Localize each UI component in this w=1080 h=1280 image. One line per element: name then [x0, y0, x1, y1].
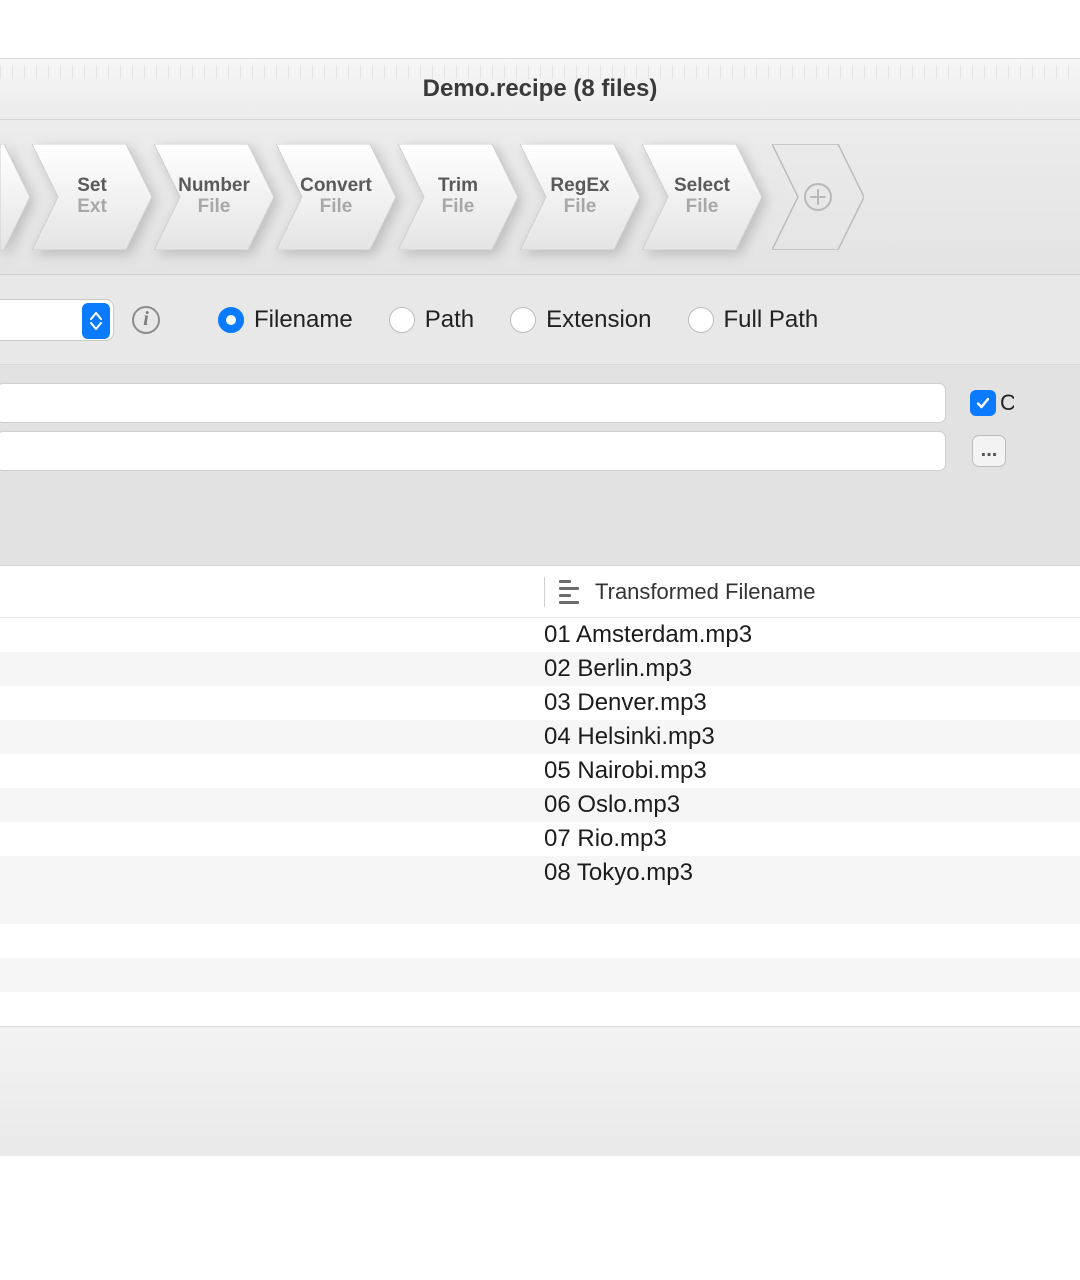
- info-icon[interactable]: i: [132, 306, 160, 334]
- add-step-button[interactable]: [772, 144, 864, 250]
- step-number-file[interactable]: Number File: [154, 144, 274, 250]
- action-select[interactable]: [0, 299, 114, 341]
- table-row[interactable]: 04 Helsinki.mp3: [0, 720, 1080, 754]
- radio-extension[interactable]: Extension: [510, 306, 651, 334]
- radio-label: Full Path: [724, 306, 819, 334]
- replace-input[interactable]: [0, 431, 946, 471]
- radio-label: Filename: [254, 306, 353, 334]
- footer-area: [0, 1026, 1080, 1156]
- table-row[interactable]: 05 Nairobi.mp3: [0, 754, 1080, 788]
- step-set-ext[interactable]: Set Ext: [32, 144, 152, 250]
- table-row[interactable]: 08 Tokyo.mp3: [0, 856, 1080, 890]
- column-header-label: Transformed Filename: [595, 579, 815, 605]
- checkbox-label: C: [1000, 390, 1014, 416]
- radio-label: Path: [425, 306, 474, 334]
- step-strip: Set Ext Number File Convert File Trim Fi…: [0, 120, 1080, 275]
- input-area: C ...: [0, 365, 1080, 566]
- radio-full-path[interactable]: Full Path: [688, 306, 819, 334]
- table-header[interactable]: Transformed Filename: [0, 566, 1080, 618]
- step-regex-file[interactable]: RegEx File: [520, 144, 640, 250]
- radio-icon: [688, 307, 714, 333]
- step-trim-file[interactable]: Trim File: [398, 144, 518, 250]
- radio-icon: [218, 307, 244, 333]
- table-body: 01 Amsterdam.mp302 Berlin.mp303 Denver.m…: [0, 618, 1080, 890]
- table-row[interactable]: 03 Denver.mp3: [0, 686, 1080, 720]
- radio-label: Extension: [546, 306, 651, 334]
- plus-circle-icon: [803, 182, 833, 212]
- radio-path[interactable]: Path: [389, 306, 474, 334]
- empty-rows: [0, 890, 1080, 1026]
- results-table: Transformed Filename 01 Amsterdam.mp302 …: [0, 566, 1080, 1026]
- radio-filename[interactable]: Filename: [218, 306, 353, 334]
- step-select-file[interactable]: Select File: [642, 144, 762, 250]
- titlebar: Demo.recipe (8 files): [0, 58, 1080, 120]
- table-row[interactable]: 07 Rio.mp3: [0, 822, 1080, 856]
- option-checkbox[interactable]: [970, 390, 996, 416]
- list-icon: [559, 580, 583, 604]
- table-row[interactable]: 01 Amsterdam.mp3: [0, 618, 1080, 652]
- radio-icon: [389, 307, 415, 333]
- table-row[interactable]: 02 Berlin.mp3: [0, 652, 1080, 686]
- step-leading-arrow: [0, 144, 30, 250]
- select-stepper-icon[interactable]: [82, 303, 110, 339]
- find-input[interactable]: [0, 383, 946, 423]
- step-convert-file[interactable]: Convert File: [276, 144, 396, 250]
- recipe-title: Demo.recipe (8 files): [423, 75, 658, 103]
- target-radio-group: Filename Path Extension Full Path: [218, 306, 818, 334]
- column-divider: [544, 577, 545, 607]
- table-row[interactable]: 06 Oslo.mp3: [0, 788, 1080, 822]
- radio-icon: [510, 307, 536, 333]
- option-bar: i Filename Path Extension Full Path: [0, 275, 1080, 365]
- more-button[interactable]: ...: [972, 435, 1006, 467]
